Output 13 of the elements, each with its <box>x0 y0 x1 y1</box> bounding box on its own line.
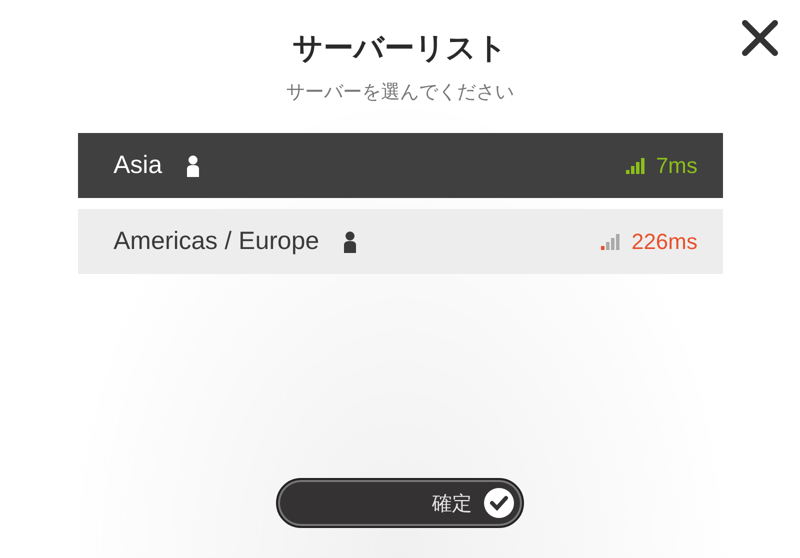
dialog-subtitle: サーバーを選んでください <box>286 80 514 105</box>
person-icon <box>343 230 358 252</box>
server-row[interactable]: Americas / Europe 226ms <box>78 209 722 274</box>
server-name: Americas / Europe <box>114 227 320 256</box>
latency-text: 226ms <box>631 228 698 254</box>
latency-text: 7ms <box>656 152 698 178</box>
check-icon <box>484 488 514 518</box>
close-button[interactable] <box>740 18 780 58</box>
confirm-button[interactable]: 確定 <box>276 478 524 528</box>
server-row[interactable]: Asia 7ms <box>78 133 722 198</box>
person-icon <box>186 154 200 176</box>
dialog-title: サーバーリスト <box>292 30 508 68</box>
server-name: Asia <box>114 151 162 180</box>
